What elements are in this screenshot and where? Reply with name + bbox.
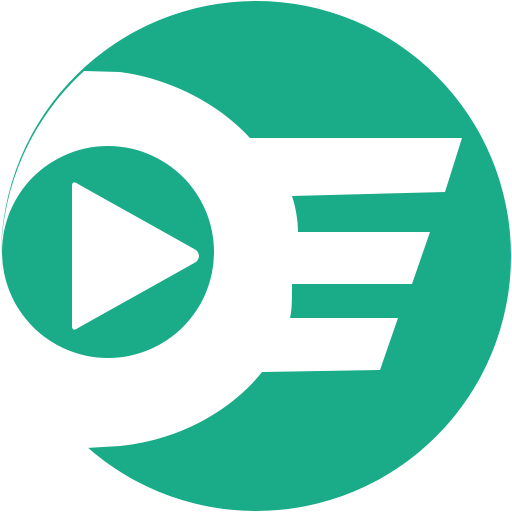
play-speed-logo-icon	[0, 1, 511, 511]
app-icon-canvas	[0, 0, 512, 512]
